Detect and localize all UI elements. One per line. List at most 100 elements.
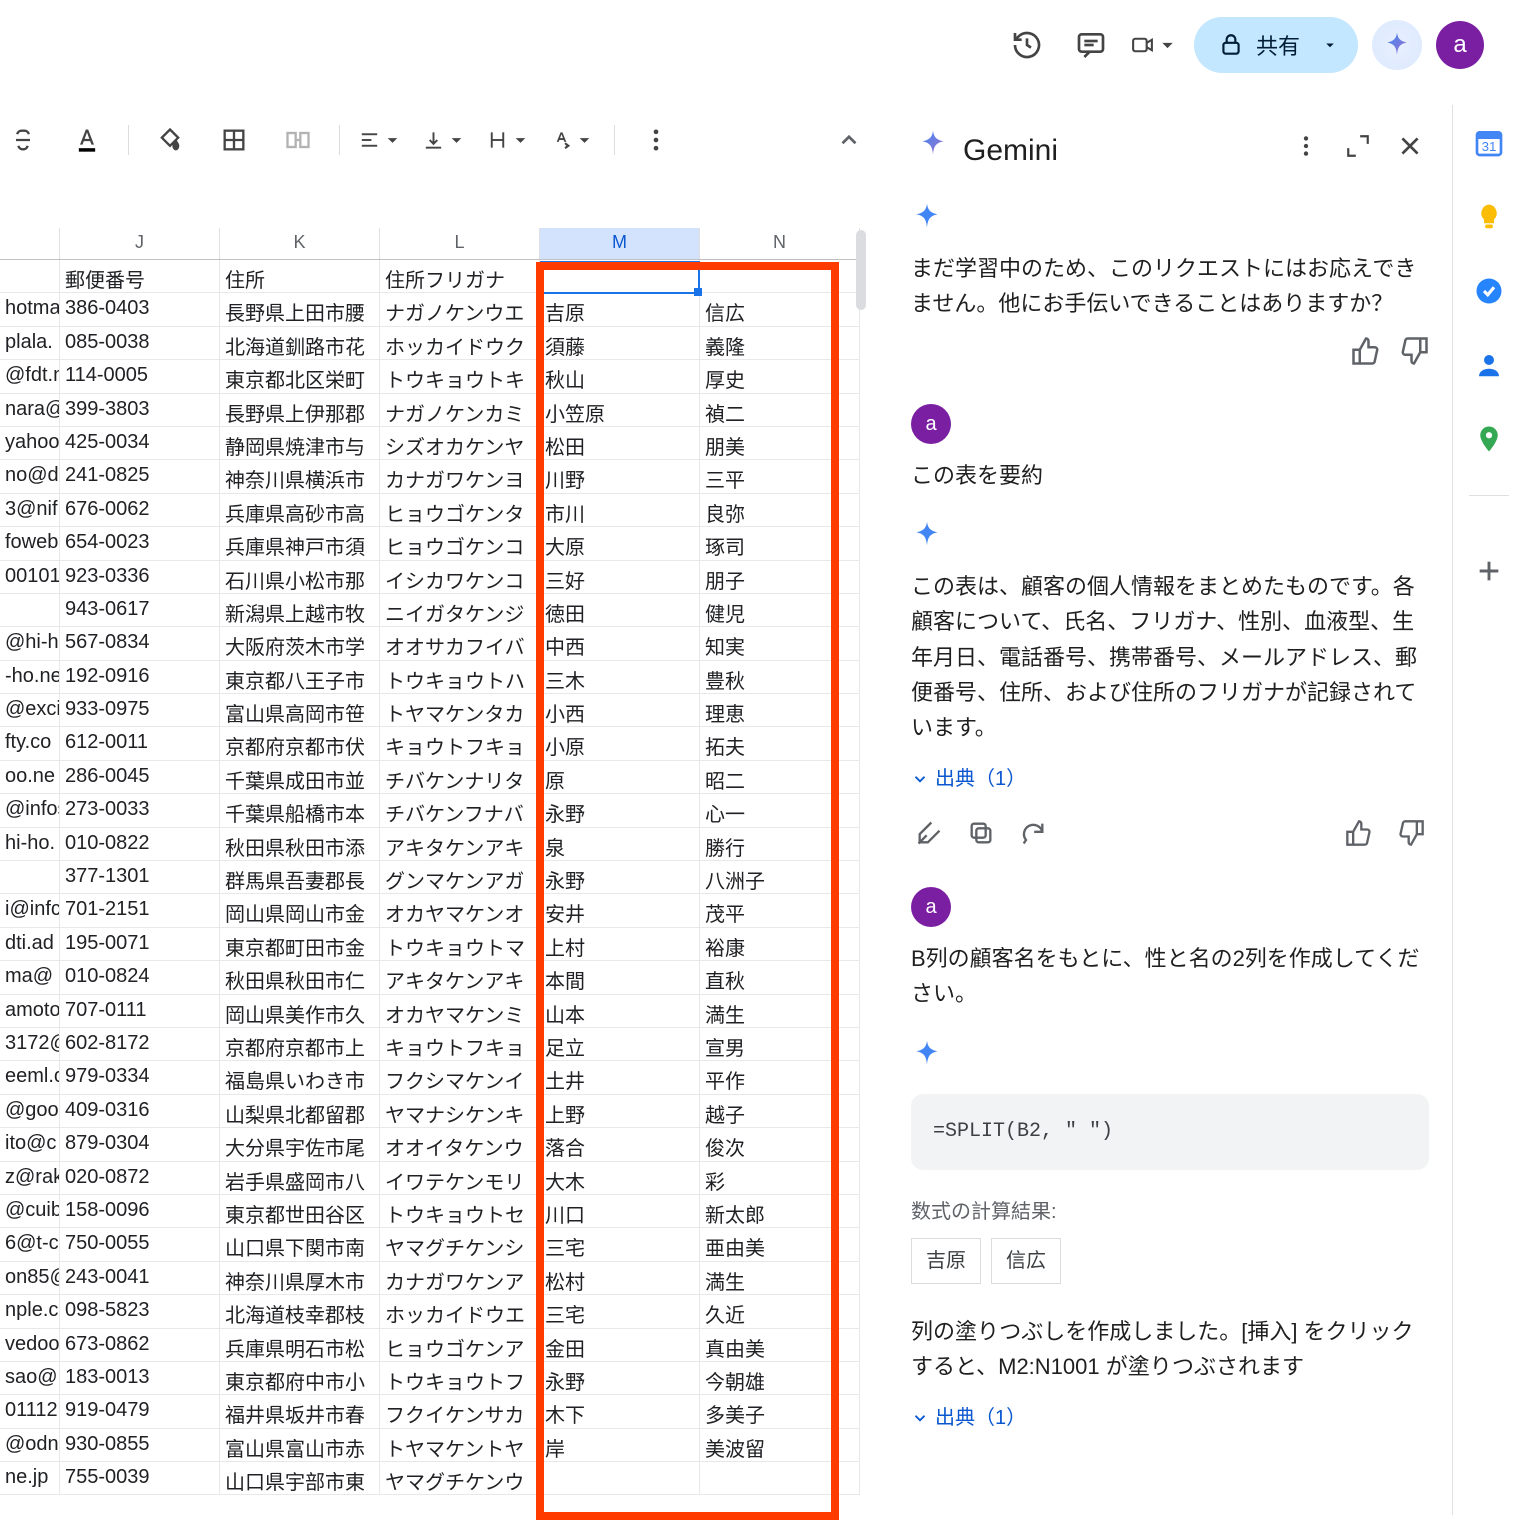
cell[interactable]: 707-0111 <box>60 995 220 1027</box>
cell[interactable]: 243-0041 <box>60 1262 220 1294</box>
cell[interactable]: 川口 <box>540 1195 700 1227</box>
table-row[interactable]: on85@243-0041神奈川県厚木市カナガワケンア松村満生 <box>0 1262 860 1295</box>
vertical-align-icon[interactable] <box>422 117 468 163</box>
table-row[interactable]: eeml.c979-0334福島県いわき市フクシマケンイ土井平作 <box>0 1061 860 1094</box>
cell[interactable]: 114-0005 <box>60 360 220 392</box>
table-row[interactable]: amoto707-0111岡山県美作市久オカヤマケンミ山本満生 <box>0 995 860 1028</box>
cell[interactable]: 大阪府茨木市学 <box>220 627 380 659</box>
cell[interactable]: vedoo <box>0 1329 60 1361</box>
cell[interactable]: 長野県上伊那郡 <box>220 394 380 426</box>
more-menu-icon[interactable] <box>1293 133 1319 169</box>
cell[interactable]: 北海道釧路市花 <box>220 327 380 359</box>
table-row[interactable]: -ho.ne192-0916東京都八王子市トウキョウトハ三木豊秋 <box>0 661 860 694</box>
cell[interactable]: @excit <box>0 694 60 726</box>
cell[interactable]: 小原 <box>540 727 700 759</box>
strikethrough-icon[interactable] <box>0 117 46 163</box>
cell[interactable]: 朋子 <box>700 561 860 593</box>
cell[interactable]: 理恵 <box>700 694 860 726</box>
cell[interactable]: 183-0013 <box>60 1362 220 1394</box>
cell[interactable]: ne.jp <box>0 1462 60 1494</box>
table-row[interactable]: i@infc701-2151岡山県岡山市金オカヤマケンオ安井茂平 <box>0 894 860 927</box>
close-icon[interactable] <box>1397 133 1423 169</box>
cell[interactable]: 直秋 <box>700 961 860 993</box>
cell[interactable]: 小笠原 <box>540 394 700 426</box>
cell[interactable]: 879-0304 <box>60 1128 220 1160</box>
cell[interactable]: ナガノケンウエ <box>380 293 540 325</box>
cell[interactable]: 土井 <box>540 1061 700 1093</box>
cell[interactable]: 泉 <box>540 828 700 860</box>
cell[interactable]: 東京都八王子市 <box>220 661 380 693</box>
cell[interactable]: オカヤマケンミ <box>380 995 540 1027</box>
account-avatar[interactable]: a <box>1436 21 1484 69</box>
cell[interactable]: 落合 <box>540 1128 700 1160</box>
cell[interactable]: 豊秋 <box>700 661 860 693</box>
cell[interactable]: 098-5823 <box>60 1295 220 1327</box>
cell[interactable]: eeml.c <box>0 1061 60 1093</box>
cell[interactable]: 241-0825 <box>60 460 220 492</box>
cell[interactable]: 612-0011 <box>60 727 220 759</box>
table-row[interactable]: vedoo673-0862兵庫県明石市松ヒョウゴケンア金田真由美 <box>0 1329 860 1362</box>
cell[interactable]: ニイガタケンジ <box>380 594 540 626</box>
cell[interactable]: 東京都世田谷区 <box>220 1195 380 1227</box>
col-header-J[interactable]: J <box>60 228 220 259</box>
cell[interactable]: 千葉県成田市並 <box>220 761 380 793</box>
cell[interactable]: チバケンフナバ <box>380 794 540 826</box>
thumbs-up-icon[interactable] <box>1351 336 1381 376</box>
cell[interactable]: 新潟県上越市牧 <box>220 594 380 626</box>
cell[interactable]: ma@ <box>0 961 60 993</box>
cell[interactable]: 943-0617 <box>60 594 220 626</box>
cell[interactable]: 919-0479 <box>60 1395 220 1427</box>
table-row[interactable]: yahoo425-0034静岡県焼津市与シズオカケンヤ松田朋美 <box>0 427 860 460</box>
cell[interactable]: 安井 <box>540 894 700 926</box>
cell[interactable]: 義隆 <box>700 327 860 359</box>
thumbs-down-icon[interactable] <box>1399 336 1429 376</box>
cell[interactable]: 兵庫県高砂市高 <box>220 494 380 526</box>
cell[interactable]: 静岡県焼津市与 <box>220 427 380 459</box>
cell[interactable]: oo.ne <box>0 761 60 793</box>
cell[interactable]: @cuib <box>0 1195 60 1227</box>
cell[interactable]: 福井県坂井市春 <box>220 1395 380 1427</box>
cell[interactable]: 岡山県岡山市金 <box>220 894 380 926</box>
cell[interactable]: 大原 <box>540 527 700 559</box>
cell[interactable] <box>0 594 60 626</box>
cell[interactable]: 神奈川県横浜市 <box>220 460 380 492</box>
calendar-app-icon[interactable]: 31 <box>1471 125 1507 161</box>
cell[interactable]: 亜由美 <box>700 1228 860 1260</box>
cell[interactable]: 八洲子 <box>700 861 860 893</box>
table-row[interactable]: nara@399-3803長野県上伊那郡ナガノケンカミ小笠原禎二 <box>0 394 860 427</box>
cell[interactable]: 195-0071 <box>60 928 220 960</box>
cell[interactable]: 千葉県船橋市本 <box>220 794 380 826</box>
col-header-M[interactable]: M <box>540 228 700 259</box>
cell[interactable]: 三木 <box>540 661 700 693</box>
text-wrap-icon[interactable] <box>486 117 532 163</box>
cell[interactable]: ホッカイドウク <box>380 327 540 359</box>
cell[interactable]: 真由美 <box>700 1329 860 1361</box>
cell[interactable] <box>0 260 60 292</box>
cell[interactable]: nara@ <box>0 394 60 426</box>
cell[interactable]: 徳田 <box>540 594 700 626</box>
insert-icon[interactable] <box>915 819 943 857</box>
cell[interactable]: 377-1301 <box>60 861 220 893</box>
cell[interactable]: フクシマケンイ <box>380 1061 540 1093</box>
borders-icon[interactable] <box>211 117 257 163</box>
cell[interactable]: 本間 <box>540 961 700 993</box>
cell[interactable]: チバケンナリタ <box>380 761 540 793</box>
cell[interactable]: 386-0403 <box>60 293 220 325</box>
copy-icon[interactable] <box>967 819 995 857</box>
cell[interactable]: フクイケンサカ <box>380 1395 540 1427</box>
cell[interactable]: アキタケンアキ <box>380 961 540 993</box>
cell[interactable]: 新太郎 <box>700 1195 860 1227</box>
cell[interactable]: 山本 <box>540 995 700 1027</box>
cell[interactable]: 東京都町田市金 <box>220 928 380 960</box>
table-row[interactable]: @odn930-0855富山県富山市赤トヤマケントヤ岸美波留 <box>0 1429 860 1462</box>
cell[interactable]: 秋山 <box>540 360 700 392</box>
thumbs-up-icon[interactable] <box>1345 819 1373 857</box>
cell[interactable]: 拓夫 <box>700 727 860 759</box>
cell[interactable]: 602-8172 <box>60 1028 220 1060</box>
cell[interactable]: 琢司 <box>700 527 860 559</box>
cell[interactable]: 石川県小松市那 <box>220 561 380 593</box>
cell[interactable]: 満生 <box>700 1262 860 1294</box>
table-row[interactable]: oo.ne286-0045千葉県成田市並チバケンナリタ原昭二 <box>0 761 860 794</box>
cell[interactable]: 今朝雄 <box>700 1362 860 1394</box>
keep-app-icon[interactable] <box>1471 199 1507 235</box>
